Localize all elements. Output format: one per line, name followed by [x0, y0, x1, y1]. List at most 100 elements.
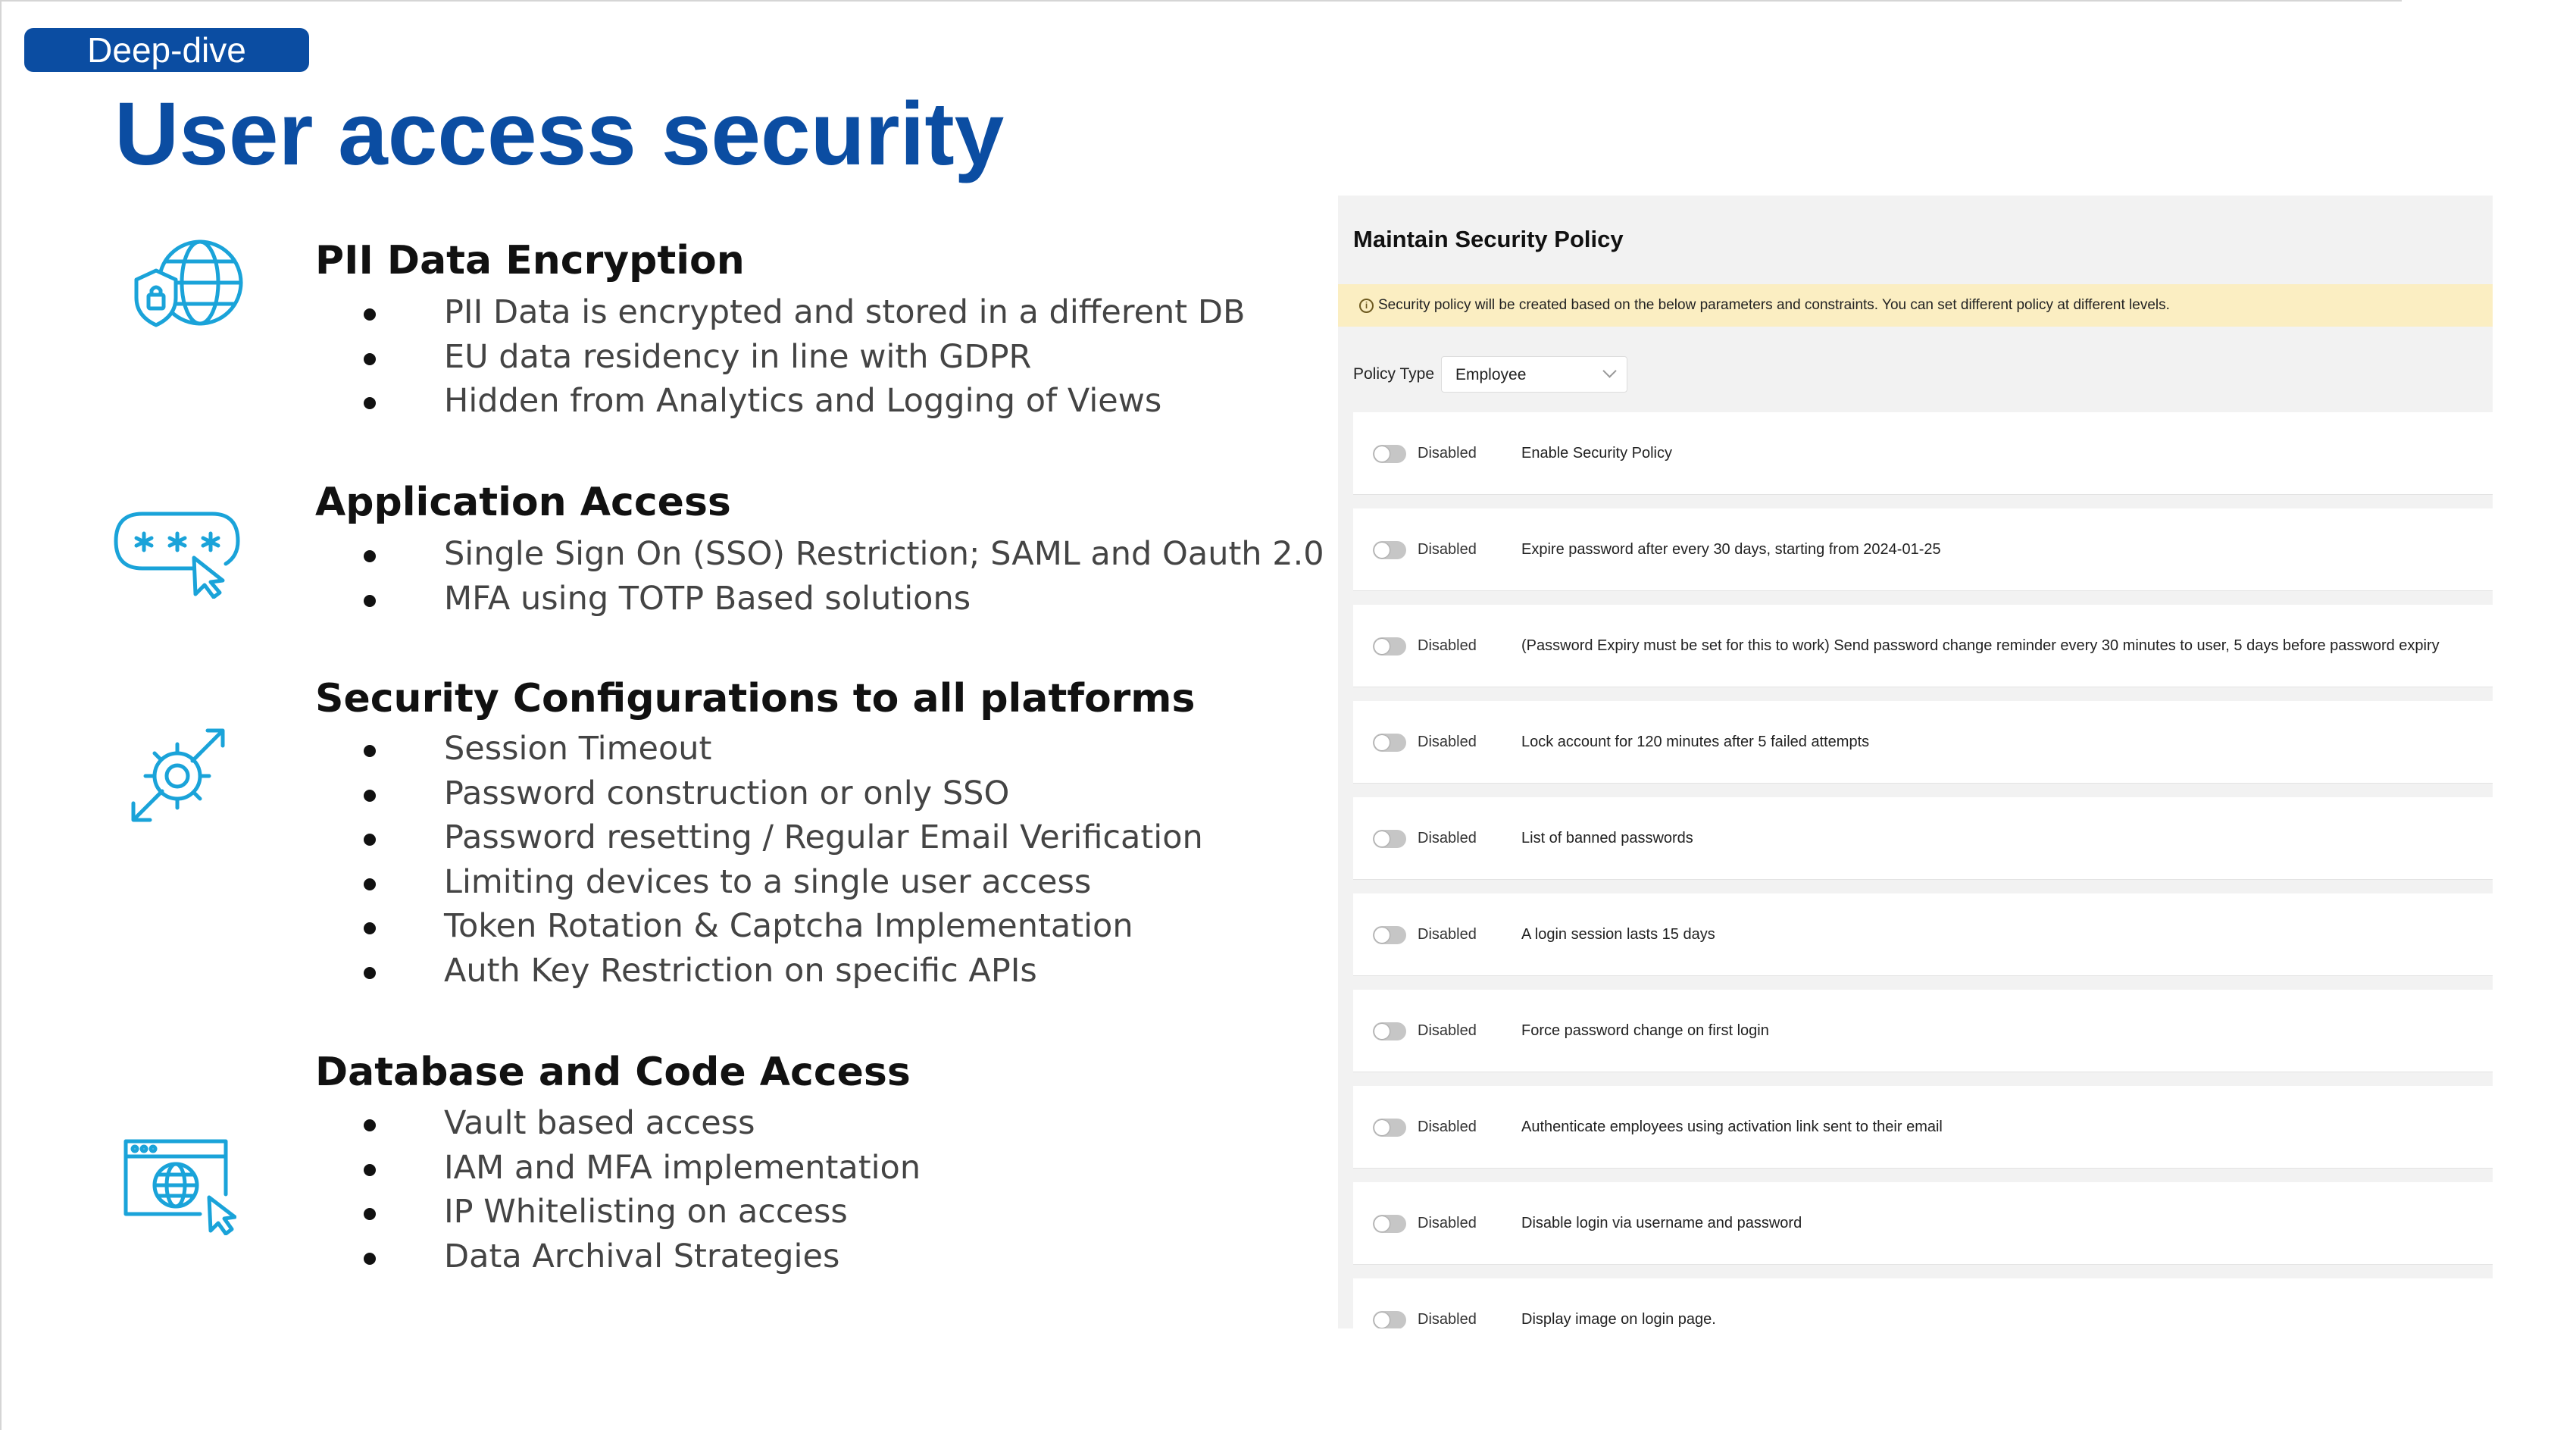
bullet-dot [364, 397, 376, 409]
policy-toggle[interactable] [1373, 445, 1406, 463]
section-heading-application-access: Application Access [315, 480, 731, 525]
policy-toggle[interactable] [1373, 1022, 1406, 1040]
bullet-dot [364, 922, 376, 934]
bullet-dot [364, 834, 376, 846]
security-policy-screenshot: Maintain Security Policy i Security poli… [1338, 196, 2493, 1328]
policy-row-password-change-reminder: Disabled (Password Expiry must be set fo… [1353, 605, 2493, 687]
policy-toggle[interactable] [1373, 1119, 1406, 1137]
bullet-dot [364, 1208, 376, 1220]
policy-description: Display image on login page. [1521, 1311, 1716, 1328]
globe-shield-icon [134, 239, 243, 327]
password-cursor-icon [114, 512, 240, 599]
policy-description: A login session lasts 15 days [1521, 926, 1715, 943]
bullet-dot [364, 352, 376, 365]
policy-status: Disabled [1418, 1311, 1477, 1328]
toggle-knob [1374, 446, 1390, 462]
bullet-dot [364, 1119, 376, 1131]
list-item: PII Data is encrypted and stored in a di… [356, 290, 1245, 335]
policy-toggle[interactable] [1373, 541, 1406, 559]
policy-status: Disabled [1418, 1022, 1477, 1039]
toggle-knob [1374, 1216, 1390, 1231]
policy-row-login-session: Disabled A login session lasts 15 days [1353, 893, 2493, 976]
security-configurations-bullet-list: Session Timeout Password construction or… [356, 727, 1203, 993]
toggle-knob [1374, 543, 1390, 558]
bullet-dot [364, 789, 376, 802]
policy-description: Lock account for 120 minutes after 5 fai… [1521, 734, 1870, 750]
section-heading-security-configurations: Security Configurations to all platforms [315, 676, 1196, 721]
notice-text: Security policy will be created based on… [1378, 297, 2170, 313]
bullet-dot [364, 1163, 376, 1176]
list-item: IP Whitelisting on access [356, 1190, 921, 1234]
policy-row-activation-link: Disabled Authenticate employees using ac… [1353, 1086, 2493, 1169]
policy-description: Force password change on first login [1521, 1022, 1769, 1039]
policy-description: (Password Expiry must be set for this to… [1521, 637, 2440, 654]
policy-row-lock-account: Disabled Lock account for 120 minutes af… [1353, 701, 2493, 784]
policy-description: Disable login via username and password [1521, 1215, 1802, 1231]
section-heading-database-code-access: Database and Code Access [315, 1050, 911, 1095]
toggle-knob [1374, 928, 1390, 943]
policy-status: Disabled [1418, 734, 1477, 750]
policy-toggle[interactable] [1373, 1215, 1406, 1233]
list-item: MFA using TOTP Based solutions [356, 577, 1324, 621]
bullet-dot [364, 308, 376, 321]
pii-bullet-list: PII Data is encrypted and stored in a di… [356, 290, 1245, 424]
policy-toggle[interactable] [1373, 926, 1406, 944]
policy-status: Disabled [1418, 830, 1477, 846]
policy-toggle[interactable] [1373, 734, 1406, 752]
info-icon: i [1359, 298, 1374, 313]
top-border [0, 0, 2402, 2]
panel-title: Maintain Security Policy [1353, 226, 1624, 252]
bullet-dot [364, 966, 376, 979]
policy-status: Disabled [1418, 541, 1477, 558]
policy-row-banned-passwords: Disabled List of banned passwords [1353, 797, 2493, 880]
policy-status: Disabled [1418, 926, 1477, 943]
policy-status: Disabled [1418, 637, 1477, 654]
slide-title: User access security [114, 84, 1005, 184]
toggle-knob [1374, 1024, 1390, 1039]
list-item: Token Rotation & Captcha Implementation [356, 904, 1203, 949]
gear-arrows-icon [131, 728, 225, 822]
policy-description: Authenticate employees using activation … [1521, 1119, 1943, 1135]
list-item: Auth Key Restriction on specific APIs [356, 949, 1203, 993]
list-item: Limiting devices to a single user access [356, 860, 1203, 905]
policy-row-disable-username-login: Disabled Disable login via username and … [1353, 1182, 2493, 1265]
policy-status: Disabled [1418, 445, 1477, 462]
toggle-knob [1374, 735, 1390, 750]
bullet-dot [364, 594, 376, 607]
browser-globe-cursor-icon [123, 1139, 236, 1235]
policy-row-enable-security-policy: Disabled Enable Security Policy [1353, 412, 2493, 495]
policy-status: Disabled [1418, 1215, 1477, 1231]
policy-toggle[interactable] [1373, 637, 1406, 656]
policy-status: Disabled [1418, 1119, 1477, 1135]
list-item: Single Sign On (SSO) Restriction; SAML a… [356, 532, 1324, 577]
list-item: Data Archival Strategies [356, 1234, 921, 1279]
policy-type-label: Policy Type [1353, 365, 1434, 383]
policy-type-value: Employee [1455, 366, 1527, 383]
list-item: Hidden from Analytics and Logging of Vie… [356, 379, 1245, 424]
bullet-dot [364, 550, 376, 562]
list-item: Session Timeout [356, 727, 1203, 771]
policy-description: Expire password after every 30 days, sta… [1521, 541, 1941, 558]
toggle-knob [1374, 1313, 1390, 1328]
policy-description: List of banned passwords [1521, 830, 1693, 846]
policy-type-select[interactable]: Employee [1441, 356, 1627, 393]
toggle-knob [1374, 831, 1390, 846]
list-item: Password resetting / Regular Email Verif… [356, 815, 1203, 860]
toggle-knob [1374, 639, 1390, 654]
list-item: EU data residency in line with GDPR [356, 335, 1245, 380]
list-item: Password construction or only SSO [356, 771, 1203, 816]
list-item: IAM and MFA implementation [356, 1146, 921, 1191]
policy-notice-banner: i Security policy will be created based … [1338, 284, 2493, 327]
application-access-bullet-list: Single Sign On (SSO) Restriction; SAML a… [356, 532, 1324, 621]
database-code-access-bullet-list: Vault based access IAM and MFA implement… [356, 1101, 921, 1278]
left-border [0, 0, 2, 1430]
policy-description: Enable Security Policy [1521, 445, 1672, 462]
list-item: Vault based access [356, 1101, 921, 1146]
section-heading-pii: PII Data Encryption [315, 238, 745, 283]
policy-toggle[interactable] [1373, 830, 1406, 848]
deep-dive-badge: Deep-dive [24, 28, 309, 72]
chevron-down-icon [1602, 364, 1617, 378]
policy-toggle[interactable] [1373, 1311, 1406, 1328]
policy-row-display-image: Disabled Display image on login page. [1353, 1278, 2493, 1328]
policy-row-force-password-change: Disabled Force password change on first … [1353, 990, 2493, 1072]
